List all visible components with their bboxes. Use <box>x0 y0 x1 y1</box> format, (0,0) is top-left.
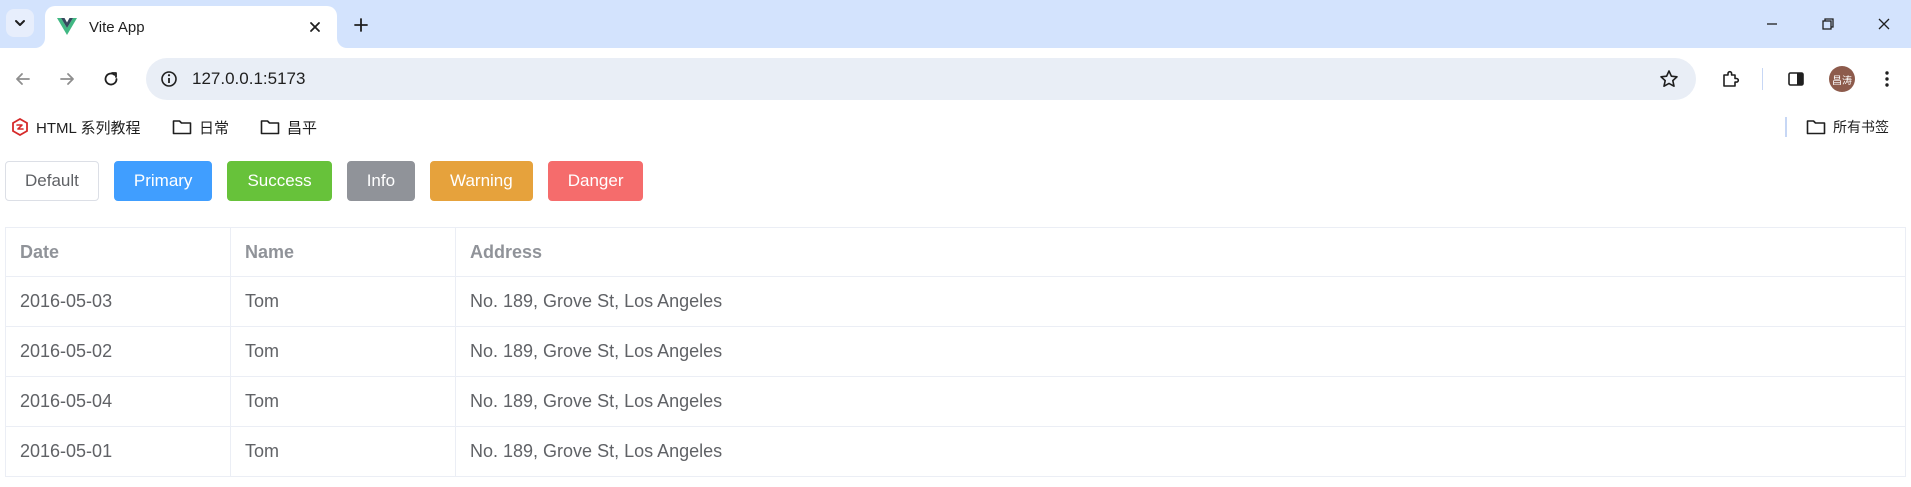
success-button[interactable]: Success <box>227 161 332 201</box>
cell-address: No. 189, Grove St, Los Angeles <box>455 426 1906 477</box>
vue-logo-icon <box>57 18 77 35</box>
folder-icon <box>172 120 192 135</box>
side-panel-button[interactable] <box>1781 64 1811 94</box>
all-bookmarks-label: 所有书签 <box>1833 119 1889 135</box>
browser-toolbar: 127.0.0.1:5173 昌涛 <box>0 48 1911 110</box>
reload-icon <box>104 72 118 86</box>
column-header-date[interactable]: Date <box>5 227 231 277</box>
cell-name: Tom <box>230 376 456 427</box>
info-button[interactable]: Info <box>346 161 416 201</box>
close-icon <box>1878 18 1890 30</box>
address-bar[interactable]: 127.0.0.1:5173 <box>146 58 1696 100</box>
danger-button[interactable]: Danger <box>547 161 644 201</box>
toolbar-divider <box>1762 68 1763 90</box>
tab-vite-app[interactable]: Vite App <box>45 6 337 48</box>
forward-button[interactable] <box>52 64 82 94</box>
side-panel-icon <box>1788 72 1804 86</box>
primary-button[interactable]: Primary <box>113 161 213 201</box>
column-header-name[interactable]: Name <box>230 227 456 277</box>
bookmark-folder-changping[interactable]: 昌平 <box>260 115 317 139</box>
cell-date: 2016-05-01 <box>5 426 231 477</box>
extensions-button[interactable] <box>1715 64 1745 94</box>
reload-button[interactable] <box>96 64 126 94</box>
arrow-left-icon <box>16 73 30 85</box>
default-button[interactable]: Default <box>5 161 99 201</box>
folder-icon <box>1806 120 1826 135</box>
chevron-down-icon <box>15 20 25 26</box>
all-bookmarks-button[interactable]: 所有书签 <box>1806 115 1889 139</box>
page-content: Default Primary Success Info Warning Dan… <box>0 144 1911 487</box>
minimize-button[interactable] <box>1758 10 1786 38</box>
bookmark-folder-daily[interactable]: 日常 <box>172 115 229 139</box>
cell-date: 2016-05-03 <box>5 276 231 327</box>
table-row[interactable]: 2016-05-03 Tom No. 189, Grove St, Los An… <box>5 276 1906 327</box>
tab-close-button[interactable] <box>305 17 325 37</box>
button-row: Default Primary Success Info Warning Dan… <box>5 161 644 201</box>
info-icon <box>161 71 177 87</box>
cell-name: Tom <box>230 426 456 477</box>
new-tab-button[interactable] <box>348 12 374 38</box>
warning-button[interactable]: Warning <box>430 161 533 201</box>
bookmark-star-button[interactable] <box>1654 64 1684 94</box>
cell-date: 2016-05-04 <box>5 376 231 427</box>
tab-search-button[interactable] <box>6 9 34 37</box>
kebab-menu-icon <box>1885 71 1889 87</box>
tab-title: Vite App <box>89 18 145 36</box>
bookmark-label: 昌平 <box>287 119 318 137</box>
close-icon <box>310 22 320 32</box>
browser-menu-button[interactable] <box>1872 64 1902 94</box>
bookmark-label: 日常 <box>199 119 230 137</box>
bookmark-label: HTML 系列教程 <box>36 119 141 137</box>
star-icon <box>1660 70 1678 87</box>
minimize-icon <box>1767 23 1777 25</box>
cell-address: No. 189, Grove St, Los Angeles <box>455 376 1906 427</box>
cell-address: No. 189, Grove St, Los Angeles <box>455 276 1906 327</box>
restore-icon <box>1822 18 1834 30</box>
bookmarks-bar: HTML 系列教程 日常 昌平 所有书签 <box>0 110 1911 144</box>
site-info-button[interactable] <box>156 66 182 92</box>
column-header-address[interactable]: Address <box>455 227 1906 277</box>
cell-name: Tom <box>230 276 456 327</box>
table-row[interactable]: 2016-05-01 Tom No. 189, Grove St, Los An… <box>5 426 1906 477</box>
table-row[interactable]: 2016-05-02 Tom No. 189, Grove St, Los An… <box>5 326 1906 377</box>
plus-icon <box>354 18 368 32</box>
data-table: Date Name Address 2016-05-03 Tom No. 189… <box>5 227 1906 477</box>
puzzle-icon <box>1723 70 1740 87</box>
cell-name: Tom <box>230 326 456 377</box>
table-header-row: Date Name Address <box>5 227 1906 277</box>
restore-button[interactable] <box>1814 10 1842 38</box>
bookmark-html-tutorial[interactable]: HTML 系列教程 <box>11 115 140 139</box>
cell-date: 2016-05-02 <box>5 326 231 377</box>
folder-icon <box>260 120 280 135</box>
arrow-right-icon <box>60 73 74 85</box>
window-close-button[interactable] <box>1870 10 1898 38</box>
tutorial-logo-icon <box>12 118 28 136</box>
profile-avatar[interactable]: 昌涛 <box>1829 66 1855 92</box>
cell-address: No. 189, Grove St, Los Angeles <box>455 326 1906 377</box>
table-row[interactable]: 2016-05-04 Tom No. 189, Grove St, Los An… <box>5 376 1906 427</box>
url-text: 127.0.0.1:5173 <box>192 69 306 88</box>
browser-tab-strip: Vite App <box>0 0 1911 48</box>
back-button[interactable] <box>8 64 38 94</box>
bookmarks-divider <box>1785 117 1787 137</box>
